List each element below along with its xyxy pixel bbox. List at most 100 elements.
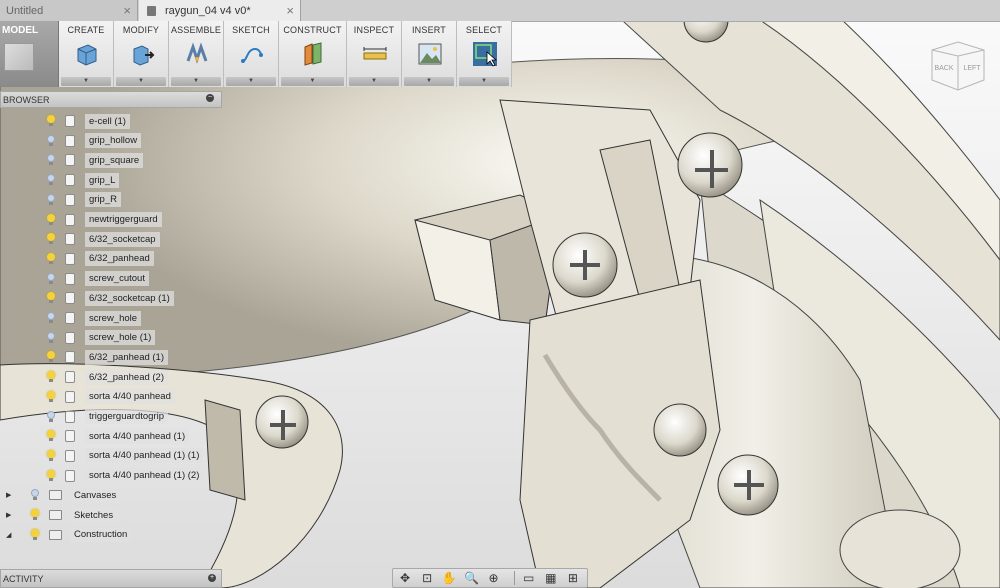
browser-body-item[interactable]: grip_square (46, 151, 144, 169)
expand-icon[interactable]: + (208, 574, 216, 582)
image-icon (418, 43, 442, 65)
viewcube-left-label[interactable]: LEFT (963, 65, 981, 72)
dropdown-strip[interactable]: ▼ (61, 77, 111, 86)
browser-folder-item[interactable]: ▶ Sketches (6, 506, 118, 524)
grid-icon[interactable]: ▦ (543, 571, 559, 585)
workspace-label: MODEL (2, 25, 39, 36)
visibility-bulb-icon[interactable] (46, 292, 56, 304)
browser-body-item[interactable]: triggerguardtogrip (46, 408, 168, 426)
browser-body-item[interactable]: grip_hollow (46, 132, 142, 150)
visibility-bulb-icon[interactable] (46, 154, 56, 166)
browser-body-item[interactable]: sorta 4/40 panhead (46, 388, 175, 406)
visibility-bulb-icon[interactable] (46, 272, 56, 285)
tab-untitled[interactable]: Untitled × (0, 0, 138, 21)
browser-body-item[interactable]: grip_L (46, 171, 120, 189)
look-at-icon[interactable]: ⊡ (419, 571, 435, 585)
browser-folder-item[interactable]: ▶ Canvases (6, 486, 121, 504)
dropdown-strip[interactable]: ▼ (349, 77, 399, 86)
browser-body-item[interactable]: newtriggerguard (46, 211, 162, 229)
toolbar-insert[interactable]: INSERT ▼ (402, 21, 457, 87)
pan-icon[interactable]: ✋ (441, 571, 457, 585)
toolbar-inspect[interactable]: INSPECT ▼ (347, 21, 402, 87)
dropdown-strip[interactable]: ▼ (171, 77, 221, 86)
visibility-bulb-icon[interactable] (46, 213, 56, 226)
browser-body-item[interactable]: 6/32_panhead (1) (46, 348, 169, 366)
expand-arrow-icon[interactable]: ◢ (6, 531, 18, 539)
chevron-down-icon: ▼ (481, 78, 487, 84)
browser-body-item[interactable]: 6/32_panhead (46, 250, 154, 268)
close-icon[interactable]: × (286, 3, 294, 18)
visibility-bulb-icon[interactable] (46, 331, 56, 344)
measure-icon (363, 47, 387, 60)
viewcube-back-label[interactable]: BACK (934, 65, 953, 72)
viewports-icon[interactable]: ⊞ (565, 571, 581, 585)
visibility-bulb-icon[interactable] (46, 371, 56, 383)
browser-body-item[interactable]: sorta 4/40 panhead (1) (46, 427, 190, 445)
toolbar-label: MODIFY (122, 25, 160, 35)
visibility-bulb-icon[interactable] (30, 509, 40, 521)
screw-head[interactable] (677, 132, 743, 198)
browser-body-item[interactable]: screw_cutout (46, 270, 149, 288)
screw-head[interactable] (653, 403, 707, 457)
browser-body-item[interactable]: screw_hole (46, 309, 142, 327)
toolbar-sketch[interactable]: SKETCH ▼ (224, 21, 279, 87)
chevron-down-icon: ▼ (83, 78, 89, 84)
browser-body-item[interactable]: sorta 4/40 panhead (1) (1) (46, 447, 204, 465)
visibility-bulb-icon[interactable] (30, 528, 40, 541)
dropdown-strip[interactable]: ▼ (116, 77, 166, 86)
dropdown-strip[interactable]: ▼ (226, 77, 276, 86)
browser-body-item[interactable]: grip_R (46, 191, 121, 209)
body-icon (65, 115, 75, 127)
browser-body-item[interactable]: sorta 4/40 panhead (1) (2) (46, 467, 204, 485)
viewcube[interactable]: BACK LEFT (928, 38, 988, 94)
browser-body-item[interactable]: e-cell (1) (46, 112, 130, 130)
browser-item-label: grip_L (85, 172, 120, 188)
toolbar-assemble[interactable]: ASSEMBLE ▼ (169, 21, 224, 87)
toolbar-modify[interactable]: MODIFY ▼ (114, 21, 169, 87)
toolbar-select[interactable]: SELECT ▼ (457, 21, 512, 87)
visibility-bulb-icon[interactable] (46, 193, 56, 206)
collapse-icon[interactable]: − (206, 94, 214, 102)
body-icon (65, 449, 75, 462)
screw-head[interactable] (717, 454, 779, 516)
zoom-icon[interactable]: ⊕ (486, 571, 502, 585)
body-icon (65, 469, 75, 482)
dropdown-strip[interactable]: ▼ (281, 77, 344, 86)
body-icon (65, 390, 75, 403)
visibility-bulb-icon[interactable] (46, 115, 56, 127)
visibility-bulb-icon[interactable] (46, 312, 56, 324)
toolbar-create[interactable]: CREATE ▼ (59, 21, 114, 87)
close-icon[interactable]: × (123, 3, 131, 18)
screw-head[interactable] (552, 232, 618, 298)
browser-body-item[interactable]: 6/32_socketcap (1) (46, 289, 174, 307)
visibility-bulb-icon[interactable] (46, 233, 56, 245)
box-icon (77, 44, 97, 66)
toolbar-construct[interactable]: CONSTRUCT ▼ (279, 21, 347, 87)
visibility-bulb-icon[interactable] (46, 134, 56, 147)
visibility-bulb-icon[interactable] (46, 449, 56, 462)
visibility-bulb-icon[interactable] (46, 410, 56, 423)
visibility-bulb-icon[interactable] (46, 252, 56, 265)
visibility-bulb-icon[interactable] (46, 469, 56, 482)
dropdown-strip[interactable]: ▼ (459, 77, 509, 86)
visibility-bulb-icon[interactable] (46, 430, 56, 442)
tab-raygun[interactable]: raygun_04 v4 v0* × (139, 0, 301, 21)
visibility-bulb-icon[interactable] (30, 489, 40, 501)
expand-arrow-icon[interactable]: ▶ (6, 491, 18, 499)
activity-panel-header[interactable]: ACTIVITY + (0, 569, 222, 588)
browser-body-item[interactable]: 6/32_panhead (2) (46, 368, 169, 386)
visibility-bulb-icon[interactable] (46, 351, 56, 363)
browser-panel-header[interactable]: BROWSER − (0, 91, 222, 108)
display-settings-icon[interactable]: ▭ (521, 571, 537, 585)
browser-folder-item[interactable]: ◢ Construction (6, 526, 132, 544)
screw-head[interactable] (255, 395, 309, 449)
browser-body-item[interactable]: screw_hole (1) (46, 329, 156, 347)
zoom-window-icon[interactable]: 🔍 (463, 571, 479, 585)
workspace-switcher[interactable]: MODEL (0, 21, 59, 87)
orbit-icon[interactable]: ✥ (397, 571, 413, 585)
visibility-bulb-icon[interactable] (46, 174, 56, 186)
dropdown-strip[interactable]: ▼ (404, 77, 454, 86)
expand-arrow-icon[interactable]: ▶ (6, 511, 18, 519)
visibility-bulb-icon[interactable] (46, 390, 56, 403)
browser-body-item[interactable]: 6/32_socketcap (46, 230, 160, 248)
